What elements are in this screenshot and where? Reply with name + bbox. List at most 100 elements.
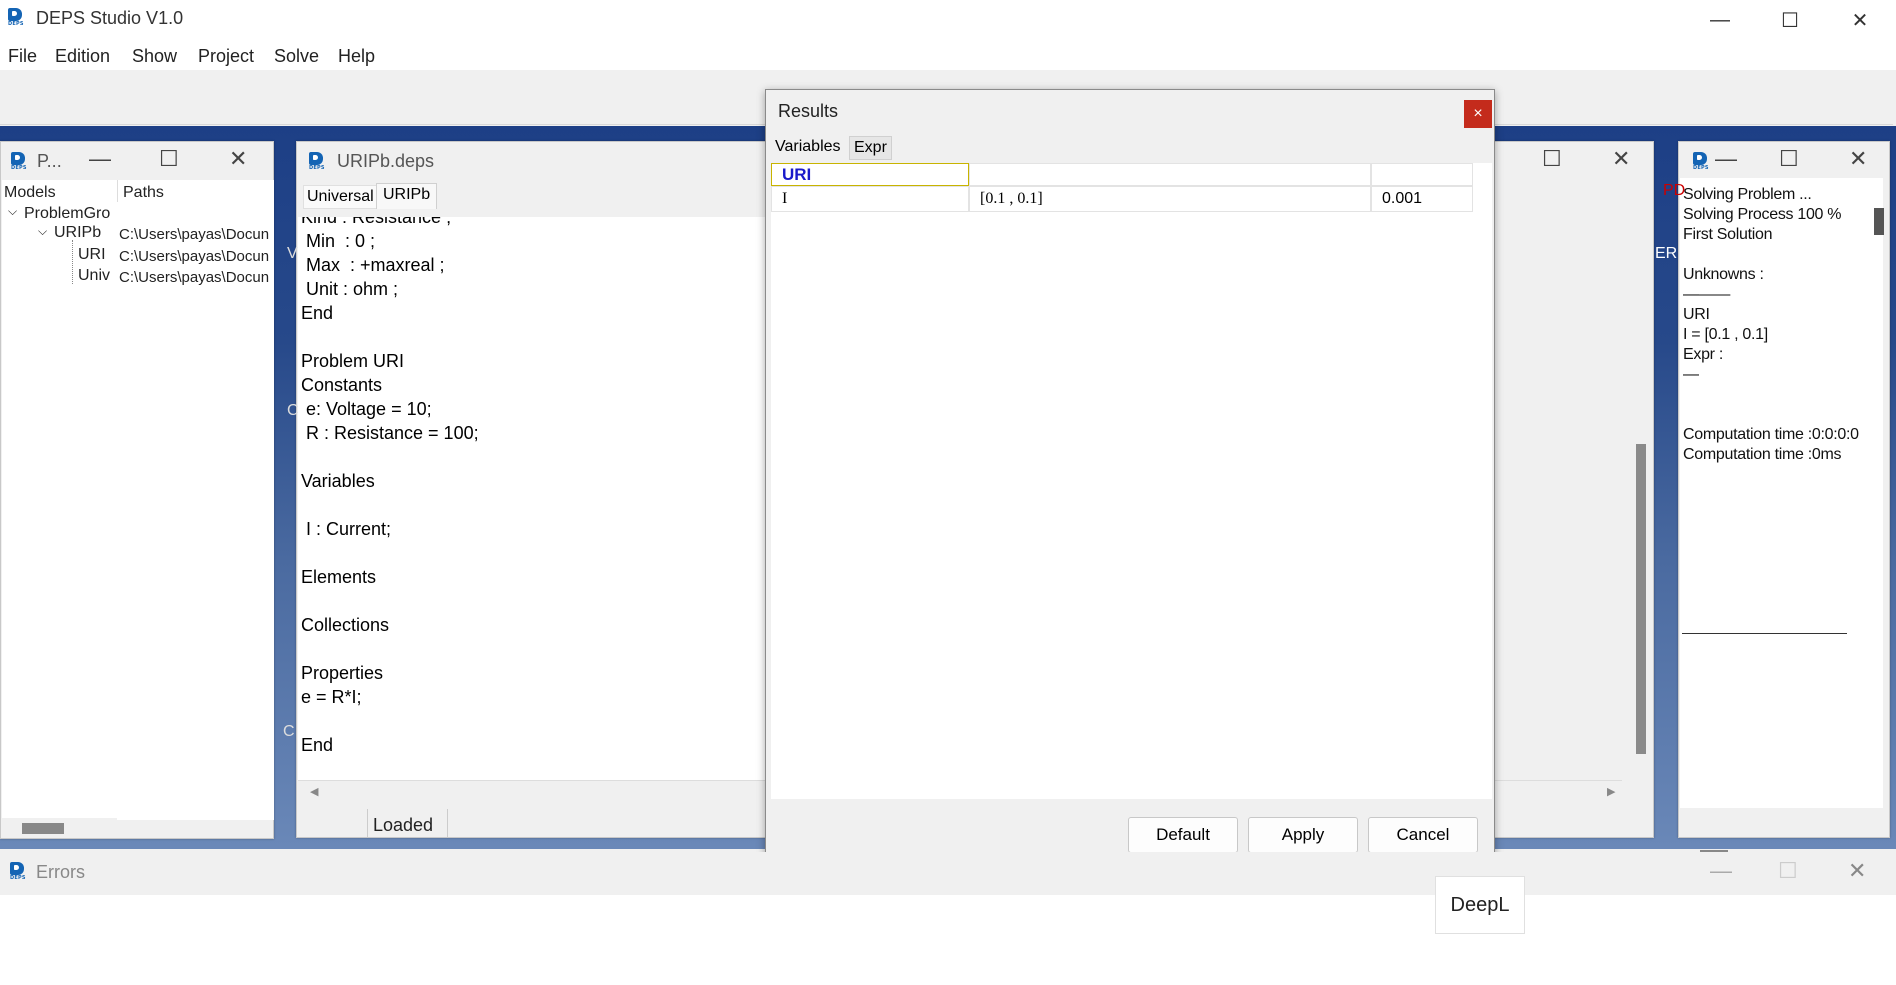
scrollbar-thumb[interactable] [1874, 208, 1884, 235]
solve-window-titlebar[interactable]: DEPS — ☐ ✕ [1679, 142, 1889, 180]
status-divider [447, 809, 448, 837]
output-line: Solving Problem ... [1683, 186, 1812, 203]
code-line: Kind : Resistance ; [301, 217, 452, 227]
tree-item-path: C:\Users\payas\Docun [119, 269, 270, 286]
deps-logo-icon: DEPS [309, 152, 325, 171]
chevron-down-icon[interactable]: ⌵ [38, 224, 47, 239]
minimize-button[interactable]: — [89, 146, 111, 172]
tree-line [72, 240, 73, 284]
chevron-down-icon[interactable]: ⌵ [8, 204, 17, 219]
maximize-button[interactable]: ☐ [159, 146, 179, 172]
close-button[interactable]: ✕ [1825, 0, 1895, 40]
close-button[interactable]: ✕ [1612, 146, 1630, 172]
maximize-button[interactable]: ☐ [1542, 146, 1562, 172]
deepl-popup[interactable]: DeepL [1435, 876, 1525, 934]
solve-output: Solving Problem ... Solving Process 100 %… [1680, 178, 1883, 861]
code-line: Unit : ohm ; [301, 279, 399, 299]
code-line: End [301, 735, 334, 755]
results-dialog: Results × Variables Expr URI I [0.1 , 0.… [765, 89, 1495, 857]
output-line: Solving Process 100 % [1683, 206, 1842, 223]
menu-project[interactable]: Project [198, 46, 254, 67]
project-window-title: P... [37, 151, 62, 171]
tree-item-uripb[interactable]: URIPb [54, 224, 101, 242]
deps-logo-icon: DEPS [10, 862, 26, 881]
close-button[interactable]: ✕ [229, 146, 247, 172]
code-line: Constants [301, 375, 383, 395]
pdf-icon: PD [1663, 182, 1686, 199]
project-tree: Models Paths ⌵ ProblemGro ⌵ URIPb C:\Use… [2, 180, 274, 838]
close-button[interactable]: × [1464, 100, 1492, 128]
minimize-button[interactable]: — [1685, 0, 1755, 40]
code-line: e: Voltage = 10; [301, 399, 432, 419]
dialog-title: Results [778, 101, 839, 121]
tab-variables[interactable]: Variables [771, 136, 845, 160]
output-line: Computation time :0:0:0:0 [1683, 426, 1859, 443]
code-editor[interactable]: Kind : Resistance ; Min : 0 ; Max : +max… [298, 217, 781, 780]
code-line: Collections [301, 615, 390, 635]
menu-solve[interactable]: Solve [274, 46, 319, 67]
code-line: I : Current; [301, 519, 392, 539]
menu-show[interactable]: Show [132, 46, 177, 67]
output-line: First Solution [1683, 226, 1773, 243]
maximize-button[interactable]: ☐ [1755, 0, 1825, 40]
background-text: C [283, 723, 295, 740]
grid-cell-precision[interactable]: 0.001 [1371, 186, 1473, 212]
output-line: ——— [1683, 286, 1731, 303]
column-header-models[interactable]: Models [4, 184, 56, 202]
grid-header-interval[interactable] [969, 163, 1371, 186]
deps-logo-icon: DEPS [1693, 152, 1709, 171]
cancel-button[interactable]: Cancel [1368, 817, 1478, 853]
code-line: Elements [301, 567, 377, 587]
menu-file[interactable]: File [8, 46, 37, 67]
code-line: e = R*I; [301, 687, 362, 707]
tree-item-universal[interactable]: Univ [78, 267, 116, 285]
errors-window-titlebar[interactable]: DEPS Errors — ☐ ✕ [0, 852, 1896, 894]
menu-edition[interactable]: Edition [55, 46, 110, 67]
tab-uripb[interactable]: URIPb [376, 183, 438, 209]
maximize-button[interactable]: ☐ [1778, 858, 1798, 884]
tab-universal[interactable]: Universal [303, 185, 378, 209]
scroll-left-icon[interactable]: ◀ [310, 785, 318, 798]
deps-logo-icon: DEPS [11, 152, 27, 171]
default-button[interactable]: Default [1128, 817, 1238, 853]
tree-item-path: C:\Users\payas\Docun [119, 248, 270, 265]
output-line: Expr : [1683, 346, 1723, 363]
tab-expr[interactable]: Expr [849, 136, 892, 160]
minimize-button[interactable]: — [1710, 858, 1732, 884]
grid-header-name[interactable]: URI [771, 163, 969, 186]
project-window-titlebar[interactable]: DEPS P... — ☐ ✕ [1, 142, 273, 180]
maximize-button[interactable]: ☐ [1779, 146, 1799, 172]
code-line: End [301, 303, 334, 323]
grid-cell-interval[interactable]: [0.1 , 0.1] [969, 186, 1371, 212]
menu-help[interactable]: Help [338, 46, 375, 67]
column-divider [117, 180, 118, 202]
code-line: Properties [301, 663, 384, 683]
tree-item-uri[interactable]: URI [78, 246, 118, 264]
background-text: C [287, 402, 299, 419]
errors-list [0, 895, 1896, 985]
separator-line [1682, 633, 1847, 634]
code-line: Min : 0 ; [301, 231, 376, 251]
close-button[interactable]: ✕ [1848, 858, 1866, 884]
main-titlebar[interactable]: DEPS DEPS Studio V1.0 — ☐ ✕ [0, 0, 1896, 40]
minimize-button[interactable]: — [1715, 146, 1737, 172]
grid-cell-name[interactable]: I [771, 186, 969, 212]
scrollbar-thumb[interactable] [22, 823, 64, 834]
scroll-right-icon[interactable]: ▶ [1607, 785, 1615, 798]
scrollbar-thumb[interactable] [1636, 444, 1646, 754]
close-button[interactable]: ✕ [1849, 146, 1867, 172]
code-line: Problem URI [301, 351, 405, 371]
solve-output-window: DEPS — ☐ ✕ Solving Problem ... Solving Pr… [1678, 141, 1890, 861]
editor-window-title: URIPb.deps [337, 151, 435, 171]
tree-item-problemgroup[interactable]: ProblemGro [24, 205, 110, 223]
errors-window-title: Errors [36, 862, 85, 882]
code-line: R : Resistance = 100; [301, 423, 479, 443]
window-title: DEPS Studio V1.0 [36, 8, 184, 28]
vertical-scrollbar[interactable] [1632, 184, 1650, 779]
grid-header-precision[interactable] [1371, 163, 1473, 186]
output-line: URI [1683, 306, 1710, 323]
project-window: DEPS P... — ☐ ✕ Models Paths ⌵ ProblemGr… [0, 141, 274, 839]
background-text: V [287, 245, 298, 262]
column-header-paths[interactable]: Paths [123, 184, 164, 202]
apply-button[interactable]: Apply [1248, 817, 1358, 853]
